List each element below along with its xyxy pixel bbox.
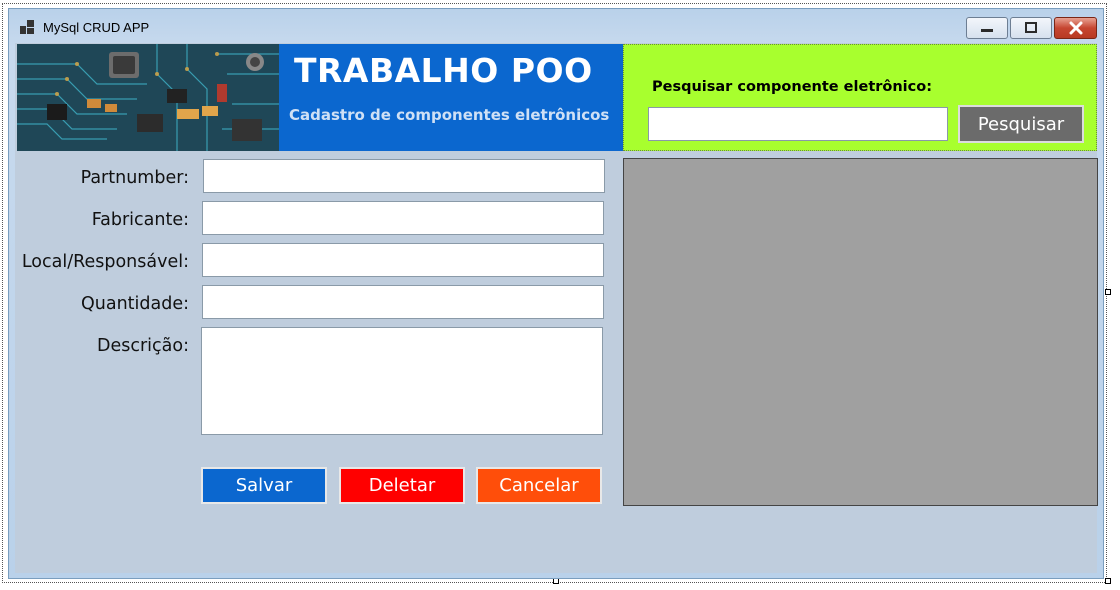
local-responsavel-field[interactable] — [202, 243, 604, 277]
circuit-board-image — [17, 44, 279, 151]
local-responsavel-label: Local/Responsável: — [21, 252, 189, 272]
cancel-button[interactable]: Cancelar — [476, 467, 602, 504]
header-banner: TRABALHO POO Cadastro de componentes ele… — [279, 44, 623, 151]
resize-handle-corner[interactable] — [1105, 578, 1111, 584]
close-button[interactable] — [1054, 17, 1097, 39]
resize-handle-right[interactable] — [1105, 289, 1111, 295]
search-label: Pesquisar componente eletrônico: — [652, 79, 933, 95]
title-bar[interactable]: MySql CRUD APP — [9, 9, 1105, 43]
app-icon — [20, 20, 34, 34]
main-window: MySql CRUD APP TRABALHO POO Cadastro de … — [8, 8, 1104, 579]
search-panel: Pesquisar componente eletrônico: Pesquis… — [623, 44, 1097, 151]
quantidade-field[interactable] — [202, 285, 604, 319]
fabricante-label: Fabricante: — [91, 210, 189, 230]
delete-button[interactable]: Deletar — [339, 467, 465, 504]
partnumber-label: Partnumber: — [80, 168, 189, 188]
quantidade-label: Quantidade: — [80, 294, 189, 314]
save-button[interactable]: Salvar — [201, 467, 327, 504]
page-subtitle: Cadastro de componentes eletrônicos — [289, 106, 610, 124]
fabricante-field[interactable] — [202, 201, 604, 235]
data-grid[interactable] — [623, 158, 1098, 506]
search-input[interactable] — [648, 107, 948, 141]
page-title: TRABALHO POO — [294, 51, 593, 90]
form-client-area: TRABALHO POO Cadastro de componentes ele… — [15, 43, 1098, 573]
partnumber-field[interactable] — [203, 159, 605, 193]
window-title: MySql CRUD APP — [43, 20, 150, 35]
maximize-button[interactable] — [1010, 17, 1052, 39]
maximize-icon — [1025, 22, 1037, 33]
minimize-button[interactable] — [966, 17, 1008, 39]
minimize-icon — [981, 29, 993, 32]
descricao-label: Descrição: — [97, 336, 189, 356]
descricao-textarea[interactable] — [201, 327, 603, 435]
close-icon — [1069, 21, 1082, 35]
search-button[interactable]: Pesquisar — [958, 105, 1084, 143]
